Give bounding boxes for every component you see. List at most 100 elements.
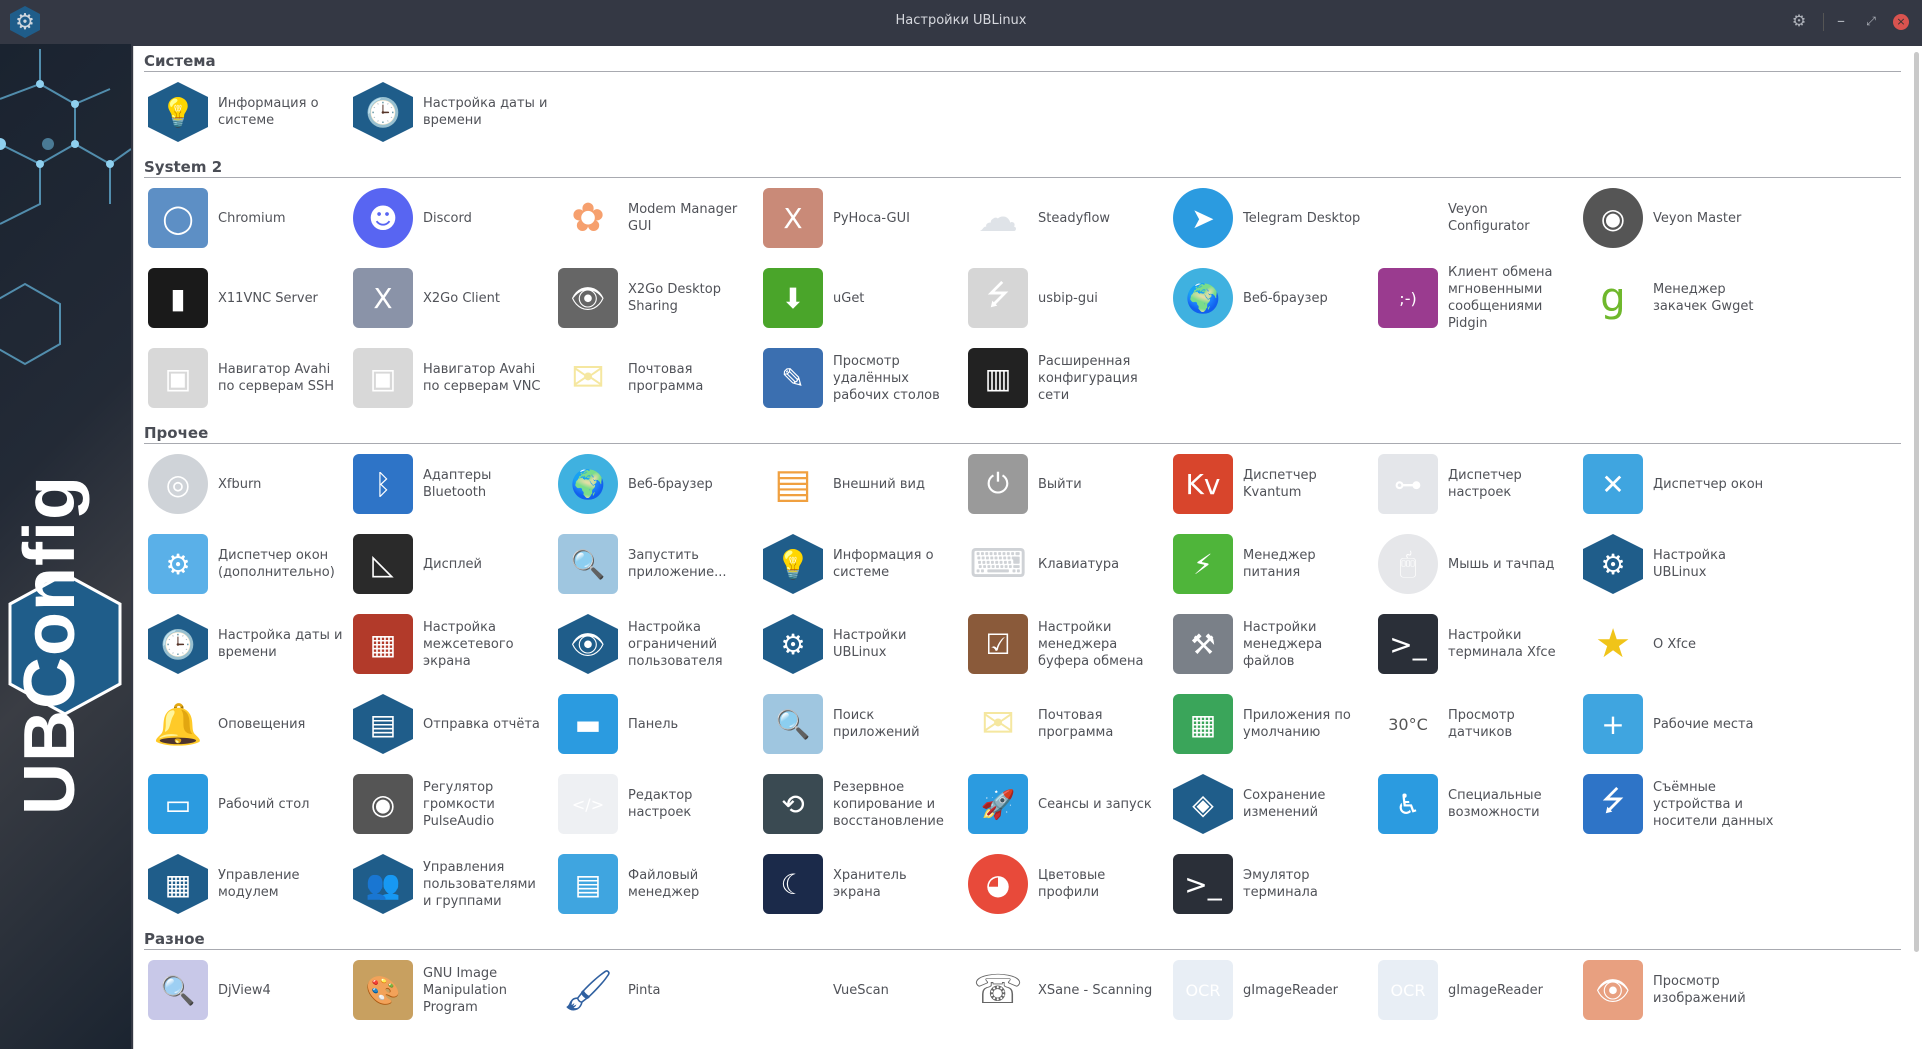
- app-item[interactable]: ⌨ Клавиатура: [968, 524, 1173, 604]
- app-item[interactable]: 🌍 Веб-браузер: [558, 444, 763, 524]
- app-item[interactable]: 🔍 DjView4: [148, 950, 353, 1030]
- app-item[interactable]: ◺ Дисплей: [353, 524, 558, 604]
- app-item[interactable]: ▥ Расширенная конфигурация сети: [968, 338, 1173, 418]
- app-item[interactable]: ⊶ Диспетчер настроек: [1378, 444, 1583, 524]
- settings-editor-icon: </>: [558, 774, 618, 834]
- app-item[interactable]: Kv Диспетчер Kvantum: [1173, 444, 1378, 524]
- app-item[interactable]: ;-) Клиент обмена мгновенными сообщениями…: [1378, 258, 1583, 338]
- app-item[interactable]: ✕ Диспетчер окон: [1583, 444, 1788, 524]
- app-label: Эмулятор терминала: [1243, 868, 1318, 900]
- app-label: Регулятор громкости PulseAudio: [423, 779, 495, 829]
- app-item[interactable]: >_ Эмулятор терминала: [1173, 844, 1378, 924]
- app-item[interactable]: OCR gImageReader: [1173, 950, 1378, 1030]
- file-cabinet-icon: ▤: [558, 854, 618, 914]
- app-label: Veyon Master: [1653, 210, 1742, 226]
- app-item[interactable]: 🔍 Поиск приложений: [763, 684, 968, 764]
- app-item[interactable]: ⚡ Менеджер питания: [1173, 524, 1378, 604]
- app-item[interactable]: 🖱 Мышь и тачпад: [1378, 524, 1583, 604]
- app-item[interactable]: ◉ Veyon Master: [1583, 178, 1788, 258]
- app-item[interactable]: ☁ Steadyflow: [968, 178, 1173, 258]
- app-item[interactable]: ▦ Управление модулем: [148, 844, 353, 924]
- app-item[interactable]: X X2Go Client: [353, 258, 558, 338]
- app-item[interactable]: ▣ Навигатор Avahi по серверам VNC: [353, 338, 558, 418]
- app-item[interactable]: 💡 Информация о системе: [148, 72, 353, 152]
- maximize-button[interactable]: ⤢: [1860, 14, 1882, 29]
- app-item[interactable]: ▦ Настройка межсетевого экрана: [353, 604, 558, 684]
- app-item[interactable]: ▬ Панель: [558, 684, 763, 764]
- app-item[interactable]: 30°C Просмотр датчиков: [1378, 684, 1583, 764]
- app-item[interactable]: OCR gImageReader: [1378, 950, 1583, 1030]
- app-item[interactable]: 👁 X2Go Desktop Sharing: [558, 258, 763, 338]
- app-item[interactable]: 💡 Информация о системе: [763, 524, 968, 604]
- palette-icon: ▤: [774, 461, 812, 507]
- app-label: Xfburn: [218, 476, 262, 492]
- app-item[interactable]: ⭍ usbip-gui: [968, 258, 1173, 338]
- app-item[interactable]: ▣ Навигатор Avahi по серверам SSH: [148, 338, 353, 418]
- app-item[interactable]: 🚀 Сеансы и запуск: [968, 764, 1173, 844]
- app-label: Поиск приложений: [833, 708, 920, 740]
- scrollbar-thumb[interactable]: [1914, 52, 1919, 952]
- app-item[interactable]: ▭ Рабочий стол: [148, 764, 353, 844]
- app-item[interactable]: ⊸ Veyon Configurator: [1378, 178, 1583, 258]
- vertical-scrollbar[interactable]: [1911, 46, 1922, 1049]
- app-item[interactable]: ☏ XSane - Scanning: [968, 950, 1173, 1030]
- app-item[interactable]: ◕ Цветовые профили: [968, 844, 1173, 924]
- app-item[interactable]: ✎ Просмотр удалённых рабочих столов: [763, 338, 968, 418]
- app-label: Менеджер питания: [1243, 548, 1316, 580]
- app-item[interactable]: ⟲ Резервное копирование и восстановление: [763, 764, 968, 844]
- section-title: Система: [144, 46, 1901, 72]
- app-item[interactable]: ▤ Файловый менеджер: [558, 844, 763, 924]
- app-item[interactable]: X PyHoca-GUI: [763, 178, 968, 258]
- app-item[interactable]: ☾ Хранитель экрана: [763, 844, 968, 924]
- close-button[interactable]: ×: [1893, 14, 1909, 30]
- section-items: 💡 Информация о системе 🕒 Настройка даты и в…: [144, 72, 1911, 152]
- app-item[interactable]: ◯ Chromium: [148, 178, 353, 258]
- app-item[interactable]: ⭍ Съёмные устройства и носители данных: [1583, 764, 1788, 844]
- app-item[interactable]: 🕒 Настройка даты и времени: [148, 604, 353, 684]
- app-item[interactable]: ☻ Discord: [353, 178, 558, 258]
- settings-gear-icon[interactable]: ⚙: [1788, 11, 1810, 30]
- app-item[interactable]: ⏻ Выйти: [968, 444, 1173, 524]
- app-item[interactable]: 🔍 Запустить приложение...: [558, 524, 763, 604]
- app-item[interactable]: </> Редактор настроек: [558, 764, 763, 844]
- app-item[interactable]: 🖌 Pinta: [558, 950, 763, 1030]
- app-item[interactable]: 🎨 GNU Image Manipulation Program: [353, 950, 558, 1030]
- app-item[interactable]: ▦ Приложения по умолчанию: [1173, 684, 1378, 764]
- app-item[interactable]: ☑ Настройки менеджера буфера обмена: [968, 604, 1173, 684]
- minimize-button[interactable]: –: [1830, 11, 1852, 30]
- app-item[interactable]: ✉ Почтовая программа: [968, 684, 1173, 764]
- app-item[interactable]: 🕒 Настройка даты и времени: [353, 72, 558, 152]
- screensaver-icon: ☾: [763, 854, 823, 914]
- app-item[interactable]: 🌍 Веб-браузер: [1173, 258, 1378, 338]
- app-item[interactable]: ⚒ Настройки менеджера файлов: [1173, 604, 1378, 684]
- app-item[interactable]: ▤ Отправка отчёта: [353, 684, 558, 764]
- app-item[interactable]: ✉ Почтовая программа: [558, 338, 763, 418]
- app-item[interactable]: ᛒ Адаптеры Bluetooth: [353, 444, 558, 524]
- app-item[interactable]: VueScan: [763, 950, 968, 1030]
- app-item[interactable]: ⚙ Настройка UBLinux: [1583, 524, 1788, 604]
- app-label: Мышь и тачпад: [1448, 556, 1555, 572]
- app-item[interactable]: ★ О Xfce: [1583, 604, 1788, 684]
- app-item[interactable]: >_ Настройки терминала Xfce: [1378, 604, 1583, 684]
- section-title: Разное: [144, 924, 1901, 950]
- app-item[interactable]: ▮ X11VNC Server: [148, 258, 353, 338]
- app-item[interactable]: ⚙ Настройки UBLinux: [763, 604, 968, 684]
- lotus-icon: ✿: [571, 195, 605, 241]
- app-item[interactable]: ⬇ uGet: [763, 258, 968, 338]
- app-item[interactable]: ➤ Telegram Desktop: [1173, 178, 1378, 258]
- app-item[interactable]: 👥 Управления пользователями и группами: [353, 844, 558, 924]
- app-item[interactable]: 👁 Просмотр изображений: [1583, 950, 1788, 1030]
- app-item[interactable]: 🔔 Оповещения: [148, 684, 353, 764]
- app-item[interactable]: ♿ Специальные возможности: [1378, 764, 1583, 844]
- app-item[interactable]: g Менеджер закачек Gwget: [1583, 258, 1788, 338]
- app-item[interactable]: 👁 Настройка ограничений пользователя: [558, 604, 763, 684]
- remote-desktop-icon: ✎: [763, 348, 823, 408]
- app-item[interactable]: ◉ Регулятор громкости PulseAudio: [353, 764, 558, 844]
- app-item[interactable]: ⚙ Диспетчер окон (дополнительно): [148, 524, 353, 604]
- app-item[interactable]: ✿ Modem Manager GUI: [558, 178, 763, 258]
- app-item[interactable]: ◈ Сохранение изменений: [1173, 764, 1378, 844]
- app-item[interactable]: ▤ Внешний вид: [763, 444, 968, 524]
- app-item[interactable]: ◎ Xfburn: [148, 444, 353, 524]
- app-item[interactable]: + Рабочие места: [1583, 684, 1788, 764]
- app-label: Редактор настроек: [628, 788, 693, 820]
